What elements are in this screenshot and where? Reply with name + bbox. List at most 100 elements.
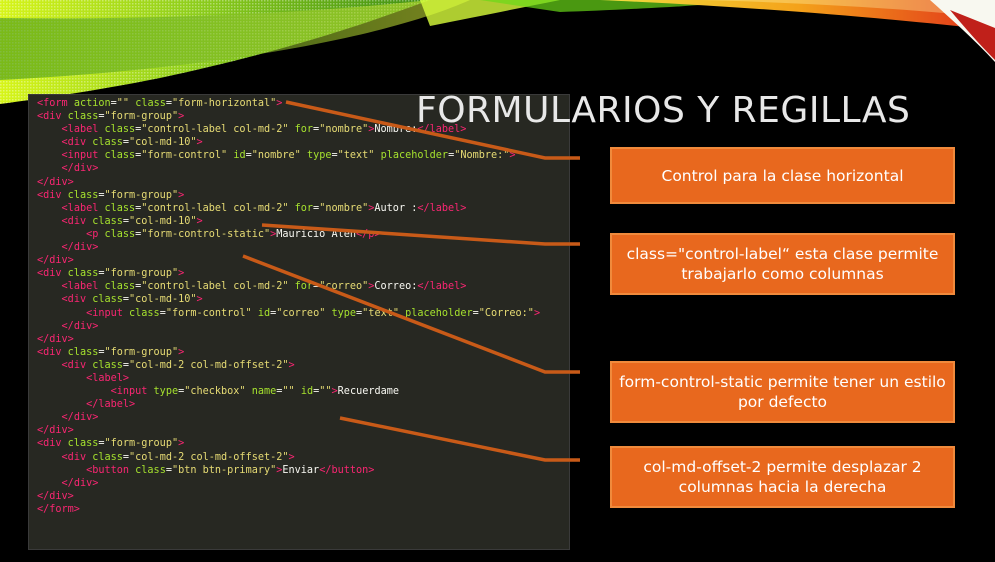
code-line: <div class="form-group">	[37, 346, 569, 359]
code-token: class	[92, 137, 123, 149]
code-token: "col-md-2 col-md-offset-2"	[129, 359, 289, 371]
code-line: <label class="control-label col-md-2" fo…	[37, 202, 569, 215]
code-token: <div	[37, 346, 68, 358]
code-token: placeholder	[380, 150, 449, 162]
code-line: </div>	[37, 477, 569, 490]
code-token: </label>	[417, 281, 467, 293]
code-line: </form>	[37, 503, 569, 516]
code-line: <div class="form-group">	[37, 189, 569, 202]
code-line: <input class="form-control" id="correo" …	[37, 307, 569, 320]
code-token: Nombre:	[374, 124, 418, 136]
code-token: <button	[86, 464, 136, 476]
code-line: <input type="checkbox" name="" id="">Rec…	[37, 385, 569, 398]
callout-text: form-control-static permite tener un est…	[619, 373, 946, 411]
code-token: >	[276, 98, 283, 109]
code-token: </button>	[319, 464, 375, 476]
code-token: >	[178, 189, 185, 201]
code-token: "form-control"	[141, 150, 228, 162]
code-token: <div	[37, 189, 68, 201]
code-token: <input	[61, 150, 105, 162]
code-line: <div class="form-group">	[37, 437, 569, 450]
code-line: <button class="btn btn-primary">Enviar</…	[37, 464, 569, 477]
code-token: id	[233, 150, 246, 162]
code-token: >	[178, 268, 185, 280]
code-token: >	[533, 307, 541, 319]
code-line: <div class="form-group">	[37, 267, 569, 280]
callout-text: class="control-label“ esta clase permite…	[626, 245, 939, 283]
code-token: "form-horizontal"	[172, 98, 277, 109]
code-token: class	[135, 98, 166, 109]
code-token: "col-md-10"	[129, 294, 197, 306]
code-token: id	[300, 386, 314, 398]
code-token: <form	[37, 98, 74, 109]
code-token: type	[331, 307, 357, 319]
code-line: </div>	[37, 241, 569, 254]
code-token: <div	[37, 268, 68, 280]
code-token: ""	[282, 386, 295, 398]
code-token: >	[178, 346, 185, 358]
callout-control-label: class="control-label“ esta clase permite…	[610, 233, 955, 295]
code-token: "nombre"	[319, 124, 369, 136]
code-token: "Correo:"	[478, 307, 534, 319]
code-token: "nombre"	[319, 202, 369, 214]
code-token: "correo"	[319, 281, 369, 293]
code-token: "text"	[362, 307, 399, 319]
code-token: "col-md-10"	[129, 137, 197, 149]
code-token: </div>	[37, 425, 74, 437]
code-token: class	[104, 202, 136, 214]
code-screenshot: <form action="" class="form-horizontal">…	[28, 94, 570, 550]
code-token: class	[104, 150, 136, 162]
code-token: >	[178, 111, 185, 123]
code-token: "correo"	[276, 307, 326, 319]
code-token: "form-group"	[104, 346, 179, 358]
code-token: "form-group"	[104, 438, 179, 450]
code-token: class	[92, 215, 123, 227]
code-line: </div>	[37, 254, 569, 267]
code-token: ""	[116, 98, 130, 109]
code-token: for	[294, 202, 314, 214]
slide-title: FORMULARIOS Y REGILLAS	[416, 90, 911, 131]
code-token: "text"	[337, 150, 375, 162]
code-token: "form-control"	[165, 307, 252, 319]
code-token: "form-group"	[104, 189, 179, 201]
code-token: <label	[61, 124, 105, 136]
code-token: class	[67, 346, 99, 358]
code-token: >	[196, 137, 203, 149]
code-token: </div>	[37, 255, 74, 267]
code-token: class	[104, 228, 136, 240]
code-token: "control-label col-md-2"	[141, 124, 289, 136]
code-token: for	[294, 124, 314, 136]
code-line: <div class="col-md-10">	[37, 136, 569, 149]
code-token: "control-label col-md-2"	[141, 202, 289, 214]
code-token: Enviar	[282, 464, 320, 476]
code-token: "Nombre:"	[454, 150, 510, 162]
code-token: </div>	[61, 477, 99, 489]
code-line: <input class="form-control" id="nombre" …	[37, 149, 569, 162]
code-token: </div>	[37, 333, 74, 345]
code-token: </div>	[61, 242, 99, 254]
code-token: </div>	[37, 176, 74, 188]
code-token: class	[92, 451, 123, 463]
code-token: "form-control-static"	[141, 228, 271, 240]
code-token: >	[288, 359, 295, 371]
code-token: "col-md-2 col-md-offset-2"	[129, 451, 289, 463]
code-line: <p class="form-control-static">Mauricio …	[37, 228, 569, 241]
code-token: Mauricio Alen	[276, 228, 356, 240]
code-token: <p	[86, 228, 105, 240]
code-token: class	[135, 464, 166, 476]
code-line: <label>	[37, 372, 569, 385]
code-token: Autor :	[374, 202, 418, 214]
code-token: >	[288, 451, 295, 463]
code-token: <div	[61, 294, 93, 306]
code-token: </div>	[61, 412, 99, 424]
